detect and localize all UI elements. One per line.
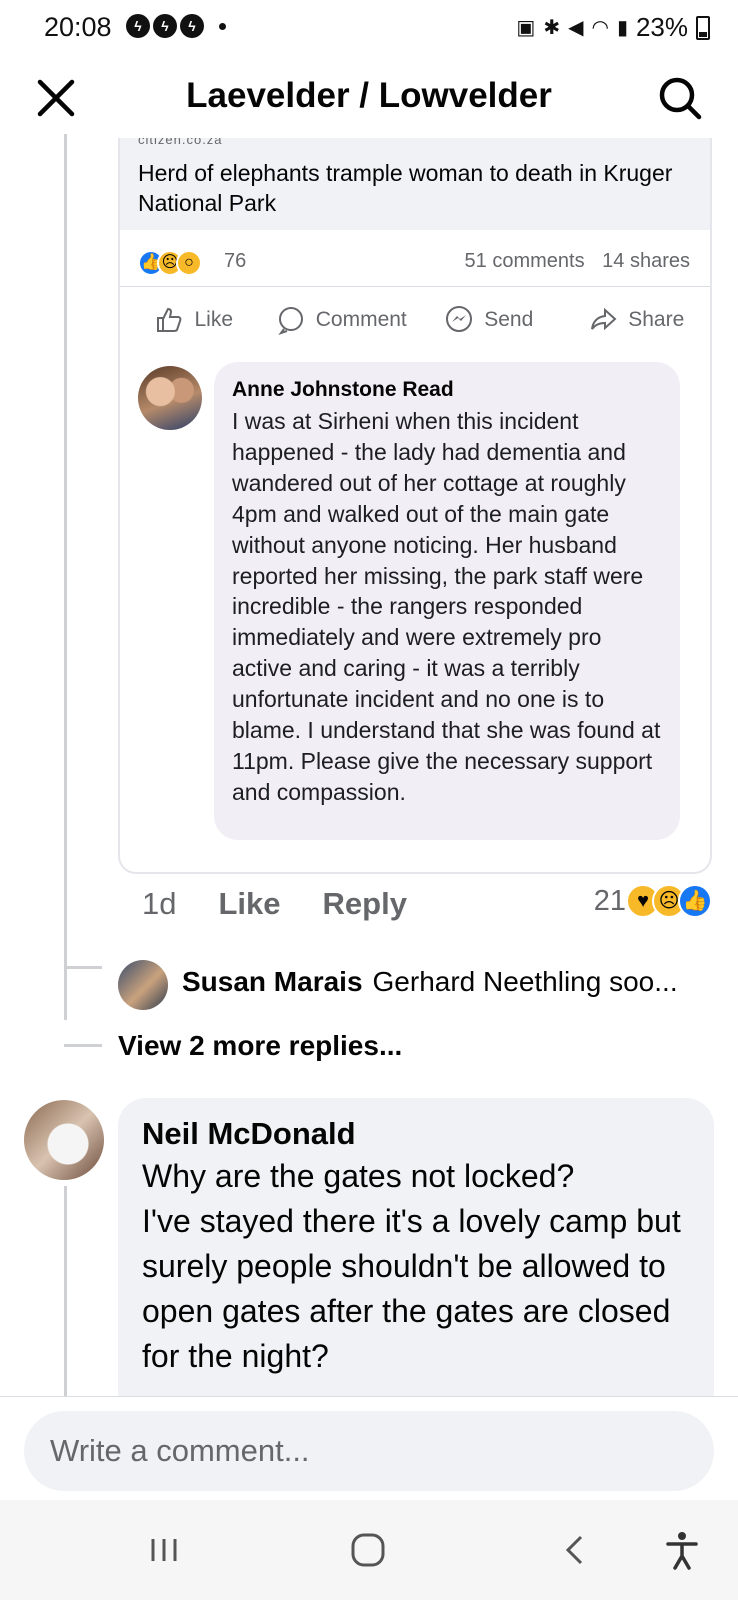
thread-connector xyxy=(64,966,102,969)
post-actions: Like Comment Send Share xyxy=(120,294,710,346)
reply-author: Susan Marais xyxy=(182,966,363,997)
send-action-label: Send xyxy=(484,308,534,331)
reaction-count: 76 xyxy=(224,250,247,272)
messenger-icon: ϟ xyxy=(153,14,177,38)
send-action: Send xyxy=(415,294,563,346)
like-reaction-icon: 👍 xyxy=(678,884,712,918)
sync-icon: ▣ xyxy=(516,17,536,39)
like-button[interactable]: Like xyxy=(218,886,280,922)
battery-icon xyxy=(696,15,710,40)
mute-icon: ◀ xyxy=(568,17,584,39)
comment-bubble-icon xyxy=(278,307,303,335)
inner-comment-text: I was at Sirheni when this incident happ… xyxy=(232,408,661,805)
reply-button[interactable]: Reply xyxy=(323,886,407,922)
thumbs-up-icon xyxy=(157,307,182,332)
avatar[interactable] xyxy=(118,960,168,1010)
recent-apps-button[interactable] xyxy=(142,1528,186,1572)
comment-reaction-count: 21 xyxy=(593,884,626,917)
shared-screenshot-image[interactable]: citizen.co.za Herd of elephants trample … xyxy=(118,138,712,874)
avatar xyxy=(138,366,202,430)
home-icon xyxy=(351,1533,385,1567)
share-arrow-icon xyxy=(591,307,617,331)
comment-input[interactable]: Write a comment... xyxy=(24,1411,714,1491)
comment-action-label: Comment xyxy=(315,308,407,331)
top-bar: Laevelder / Lowvelder xyxy=(0,62,738,134)
link-domain: citizen.co.za xyxy=(138,138,223,147)
like-action: Like xyxy=(120,294,268,346)
comment-meta: 1d Like Reply xyxy=(142,886,407,922)
status-bar: 20:08 ϟ ϟ ϟ ▣ ✱ ◀ ◠ ▮ 23% xyxy=(0,0,738,58)
signal-icon: ▮ xyxy=(616,17,628,39)
messenger-icon: ϟ xyxy=(126,14,150,38)
post-stats: 51 comments 14 shares xyxy=(453,250,690,273)
system-nav-bar xyxy=(0,1500,738,1600)
comment-count: 51 comments xyxy=(464,250,585,272)
status-time: 20:08 xyxy=(44,12,112,42)
reaction-icons: 👍 ☹ ○ xyxy=(138,250,202,276)
reply-preview[interactable]: Susan Marais Gerhard Neethling soo... xyxy=(182,966,678,998)
inner-comment-author: Anne Johnstone Read xyxy=(232,378,454,401)
home-button[interactable] xyxy=(346,1528,390,1572)
page-title: Laevelder / Lowvelder xyxy=(186,76,552,115)
system-status: ▣ ✱ ◀ ◠ ▮ 23% xyxy=(516,12,710,43)
accessibility-icon xyxy=(666,1532,698,1570)
comment-bubble[interactable]: Neil McDonald Why are the gates not lock… xyxy=(118,1098,714,1418)
back-button[interactable] xyxy=(554,1528,598,1572)
share-action: Share xyxy=(563,294,711,346)
reply-text: Gerhard Neethling soo... xyxy=(372,966,678,997)
battery-percent: 23% xyxy=(635,12,688,42)
recent-apps-icon xyxy=(151,1539,177,1561)
share-action-label: Share xyxy=(628,308,685,331)
messenger-icon: ϟ xyxy=(180,14,204,38)
view-more-replies-link[interactable]: View 2 more replies... xyxy=(118,1030,402,1062)
reactions-summary: 👍 ☹ ○ 76 51 comments 14 shares xyxy=(120,234,710,294)
inner-comment-bubble: Anne Johnstone Read I was at Sirheni whe… xyxy=(214,362,680,840)
accessibility-button[interactable] xyxy=(660,1528,704,1572)
avatar[interactable] xyxy=(24,1100,104,1180)
link-title: Herd of elephants trample woman to death… xyxy=(138,160,673,216)
comment-action: Comment xyxy=(268,294,416,346)
thread-line xyxy=(64,1186,67,1398)
notification-icons: ϟ ϟ ϟ xyxy=(126,14,226,38)
link-preview: citizen.co.za Herd of elephants trample … xyxy=(120,138,710,230)
thread-line xyxy=(64,134,67,1020)
comment-composer-bar: Write a comment... xyxy=(0,1396,738,1500)
comment-timestamp: 1d xyxy=(142,886,177,921)
comment-author[interactable]: Neil McDonald xyxy=(142,1114,690,1154)
thread-connector xyxy=(64,1044,102,1047)
back-icon xyxy=(565,1535,583,1565)
more-notifications-dot xyxy=(219,22,226,30)
share-count: 14 shares xyxy=(602,250,690,272)
wifi-icon: ◠ xyxy=(591,17,609,39)
comment-reactions[interactable]: 21 ♥ ☹ 👍 xyxy=(594,884,712,918)
wow-reaction-icon: ○ xyxy=(176,250,202,276)
bluetooth-icon: ✱ xyxy=(543,17,561,39)
comment-text: Why are the gates not locked? I've staye… xyxy=(142,1158,681,1374)
messenger-icon xyxy=(446,306,473,332)
divider xyxy=(120,286,710,287)
search-icon[interactable] xyxy=(656,74,704,122)
like-action-label: Like xyxy=(194,308,234,331)
